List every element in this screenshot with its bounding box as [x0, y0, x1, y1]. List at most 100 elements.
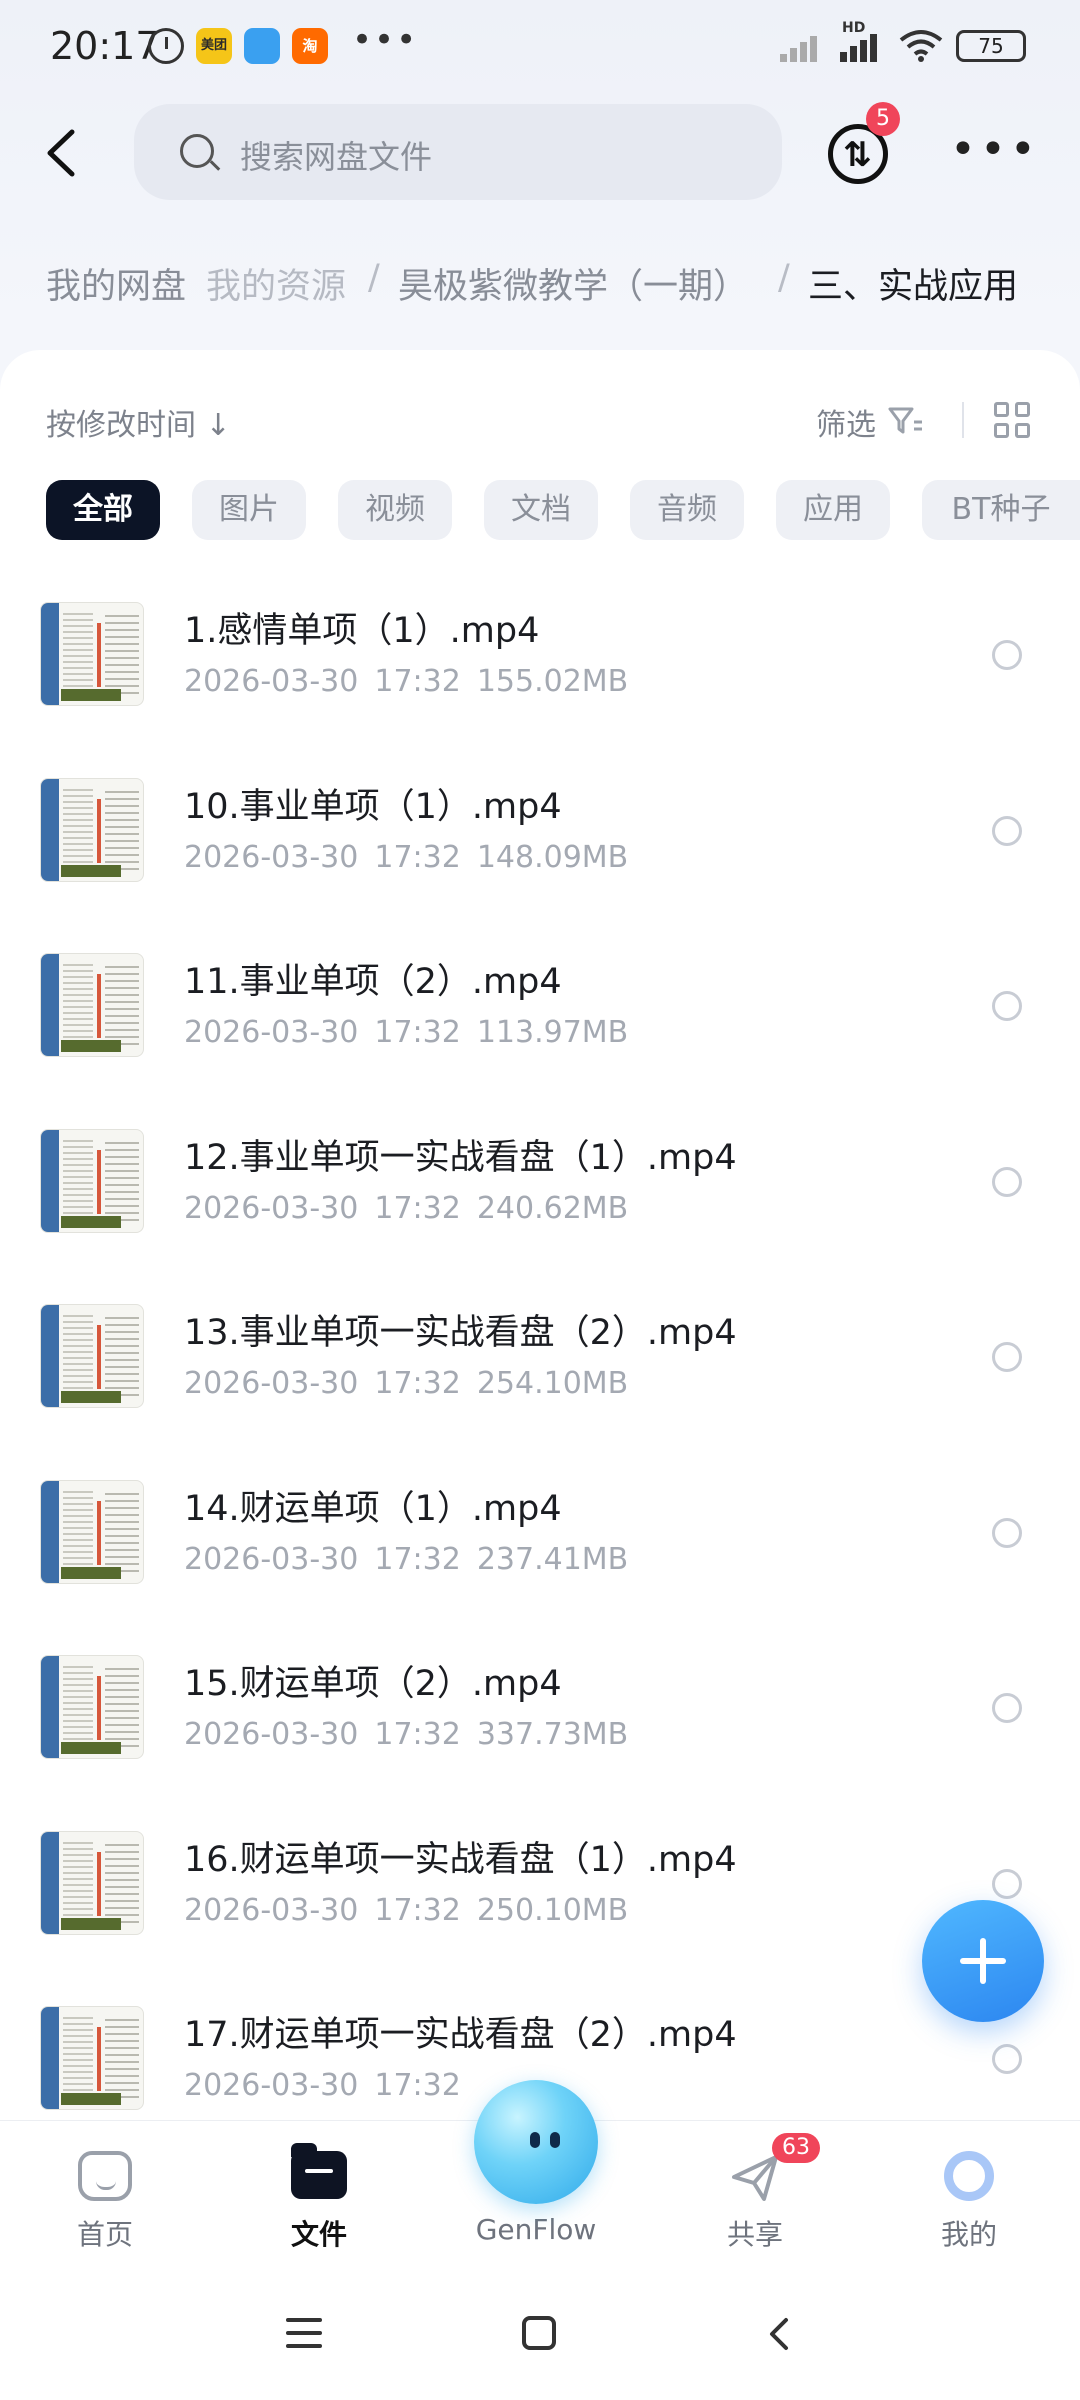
- divider: [962, 402, 964, 438]
- chip-bt-torrent[interactable]: BT种子: [922, 480, 1080, 540]
- file-name: 17.财运单项一实战看盘（2）.mp4: [184, 2015, 737, 2055]
- chip-audio[interactable]: 音频: [630, 480, 744, 540]
- file-meta: 2026-03-30 17:32 237.41MB: [184, 1542, 628, 1577]
- chip-apps[interactable]: 应用: [776, 480, 890, 540]
- breadcrumb-item-my-drive[interactable]: 我的网盘: [46, 258, 186, 309]
- chip-all[interactable]: 全部: [46, 480, 160, 540]
- breadcrumb: 我的网盘 我的资源 / 昊极紫微教学（一期） / 三、实战应用: [0, 250, 1080, 320]
- alarm-icon: [148, 28, 184, 64]
- nav-files[interactable]: 文件: [244, 2143, 394, 2261]
- video-thumbnail: [40, 1128, 144, 1233]
- nav-genflow-label: GenFlow: [475, 2213, 597, 2246]
- file-name: 11.事业单项（2）.mp4: [184, 962, 562, 1002]
- file-row[interactable]: 12.事业单项一实战看盘（1）.mp4 2026-03-30 17:32 240.62…: [0, 1105, 1080, 1283]
- nav-home-label: 首页: [76, 2218, 133, 2251]
- file-row[interactable]: 13.事业单项一实战看盘（2）.mp4 2026-03-30 17:32 254.10…: [0, 1280, 1080, 1458]
- file-size: 240.62MB: [476, 1190, 629, 1226]
- video-thumbnail: [40, 1479, 144, 1584]
- search-icon: [180, 134, 214, 168]
- meituan-icon: 美团: [196, 28, 232, 64]
- status-time: 20:17: [50, 24, 160, 68]
- transfer-icon: ⇅: [843, 135, 872, 175]
- system-navigation-bar: [0, 2270, 1080, 2400]
- file-size: 254.10MB: [476, 1366, 629, 1401]
- select-checkbox[interactable]: [992, 640, 1022, 670]
- file-row[interactable]: 14.财运单项（1）.mp4 2026-03-30 17:32 237.41MB: [0, 1456, 1080, 1634]
- status-bar: 20:17 美团 淘 ••• HD 75: [0, 0, 1080, 100]
- add-button[interactable]: [922, 1900, 1044, 2022]
- battery-indicator: 75: [956, 30, 1026, 62]
- plus-icon-vertical: [980, 1938, 986, 1984]
- file-date: 2026-03-30: [184, 1015, 359, 1050]
- file-row[interactable]: 10.事业单项（1）.mp4 2026-03-30 17:32 148.09MB: [0, 754, 1080, 932]
- file-time: 17:32: [374, 1366, 461, 1401]
- more-notifications-icon: •••: [352, 20, 419, 60]
- nav-home[interactable]: 首页: [30, 2151, 180, 2261]
- transfer-badge: 5: [866, 102, 900, 136]
- file-size: 337.73MB: [476, 1717, 629, 1752]
- orb-eye-right: [550, 2132, 560, 2148]
- category-chips: 全部 图片 视频 文档 音频 应用 BT种子: [0, 480, 1080, 544]
- file-meta: 2026-03-30 17:32 250.10MB: [184, 1893, 628, 1928]
- genflow-orb-icon[interactable]: [474, 2080, 598, 2204]
- file-time: 17:32: [374, 1717, 461, 1752]
- menu-icon[interactable]: [286, 2318, 322, 2348]
- file-size: 113.97MB: [476, 1015, 629, 1050]
- file-row[interactable]: 11.事业单项（2）.mp4 2026-03-30 17:32 113.97MB: [0, 929, 1080, 1107]
- video-thumbnail: [40, 602, 144, 706]
- system-back-icon[interactable]: [760, 2314, 800, 2354]
- nav-share-label: 共享: [726, 2218, 783, 2251]
- filter-button[interactable]: 筛选: [816, 400, 876, 444]
- select-checkbox[interactable]: [992, 1517, 1022, 1548]
- file-meta: 2026-03-30 17:32 148.09MB: [184, 840, 628, 875]
- file-date: 2026-03-30: [184, 1366, 359, 1401]
- chip-videos[interactable]: 视频: [338, 480, 452, 540]
- signal-x-icon: [780, 30, 828, 62]
- video-thumbnail: [40, 2006, 144, 2110]
- select-checkbox[interactable]: [992, 815, 1022, 846]
- select-checkbox[interactable]: [992, 1693, 1022, 1723]
- file-date: 2026-03-30: [184, 1892, 359, 1928]
- file-row[interactable]: 15.财运单项（2）.mp4 2026-03-30 17:32 337.73MB: [0, 1631, 1080, 1809]
- search-input[interactable]: 搜索网盘文件: [134, 104, 782, 200]
- home-icon: [78, 2151, 132, 2201]
- select-checkbox[interactable]: [992, 2044, 1022, 2074]
- chip-documents[interactable]: 文档: [484, 480, 598, 540]
- select-checkbox[interactable]: [992, 1166, 1022, 1197]
- file-date: 2026-03-30: [184, 2068, 359, 2103]
- filter-icon[interactable]: [888, 406, 924, 436]
- signal-icon: [840, 30, 888, 62]
- file-time: 17:32: [374, 1015, 461, 1050]
- file-time: 17:32: [374, 1541, 461, 1577]
- file-size: 237.41MB: [476, 1541, 629, 1577]
- nav-me[interactable]: 我的: [894, 2151, 1044, 2261]
- video-thumbnail: [40, 953, 144, 1057]
- file-row[interactable]: 1.感情单项（1）.mp4 2026-03-30 17:32 155.02MB: [0, 578, 1080, 756]
- back-button[interactable]: [38, 118, 88, 188]
- breadcrumb-separator: /: [368, 258, 380, 298]
- grid-view-icon[interactable]: [994, 402, 1032, 440]
- file-row[interactable]: 16.财运单项一实战看盘（1）.mp4 2026-03-30 17:32 250.10…: [0, 1807, 1080, 1985]
- breadcrumb-item-current: 三、实战应用: [808, 267, 1019, 307]
- file-time: 17:32: [374, 664, 461, 699]
- select-checkbox[interactable]: [992, 1342, 1022, 1372]
- more-options-button[interactable]: •••: [950, 128, 1040, 172]
- file-meta: 2026-03-30 17:32 337.73MB: [184, 1717, 628, 1752]
- taobao-icon: 淘: [292, 28, 328, 64]
- paper-plane-icon: [732, 2155, 778, 2201]
- video-thumbnail: [40, 1304, 144, 1408]
- video-thumbnail: [40, 777, 144, 882]
- app-blue-icon: [244, 28, 280, 64]
- sort-button[interactable]: 按修改时间 ↓: [46, 400, 231, 444]
- select-checkbox[interactable]: [992, 991, 1022, 1021]
- home-square-icon[interactable]: [522, 2316, 556, 2350]
- breadcrumb-item-course[interactable]: 昊极紫微教学（一期）: [398, 258, 748, 309]
- breadcrumb-item-my-resources[interactable]: 我的资源: [206, 258, 346, 309]
- select-checkbox[interactable]: [992, 1868, 1022, 1899]
- nav-share[interactable]: 共享: [680, 2151, 830, 2261]
- file-name: 1.感情单项（1）.mp4: [184, 611, 540, 651]
- file-name: 14.财运单项（1）.mp4: [184, 1488, 562, 1529]
- chip-images[interactable]: 图片: [192, 480, 306, 540]
- orb-eye-left: [530, 2132, 540, 2148]
- nav-me-label: 我的: [940, 2218, 997, 2251]
